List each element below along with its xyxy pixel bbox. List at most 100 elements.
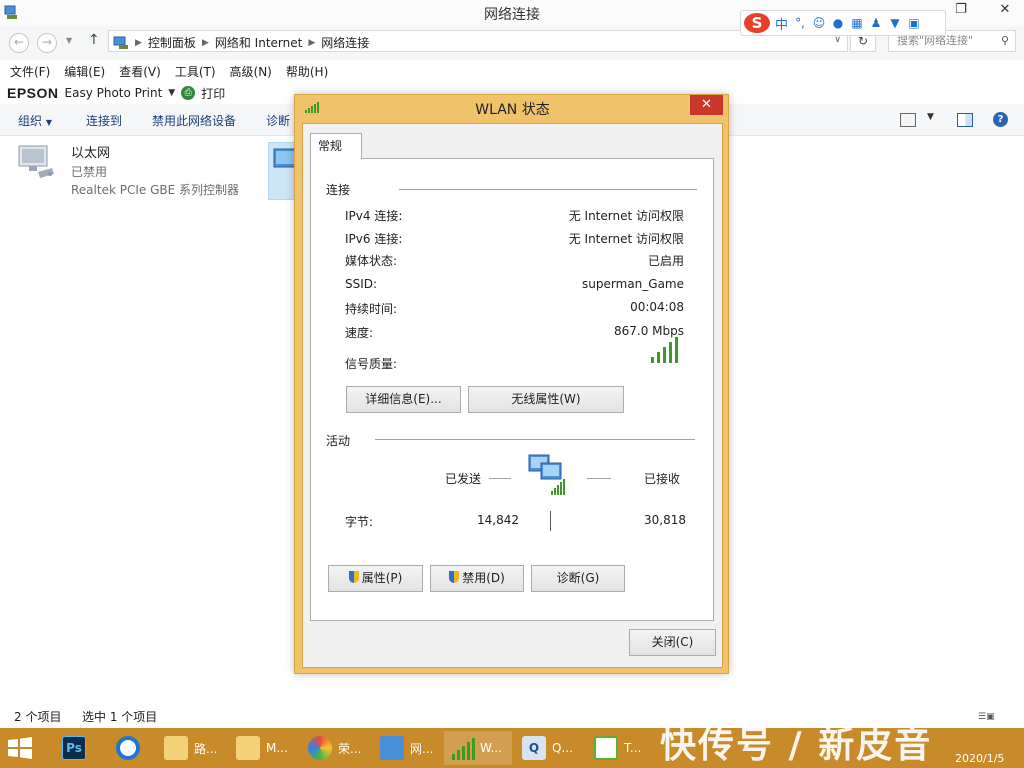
ipv4-value: 无 Internet 访问权限: [568, 209, 684, 223]
back-arrow-icon[interactable]: ←: [9, 33, 29, 53]
print-icon[interactable]: ⎙: [181, 86, 196, 100]
properties-label: 属性(P): [361, 571, 403, 585]
punctuation-icon[interactable]: °,: [793, 16, 807, 30]
taskbar-item-5-label: W...: [480, 741, 502, 755]
menu-edit[interactable]: 编辑(E): [64, 62, 105, 82]
received-label: 已接收: [644, 472, 681, 486]
ethernet-item[interactable]: 以太网 已禁用 Realtek PCIe GBE 系列控制器: [71, 145, 239, 199]
general-tab-panel: 连接 IPv4 连接: 无 Internet 访问权限 IPv6 连接: 无 I…: [310, 158, 714, 621]
taskbar-item-3[interactable]: 荣...: [302, 731, 370, 765]
dialog-close-button[interactable]: ✕: [690, 95, 723, 115]
breadcrumb-control-panel[interactable]: 控制面板: [148, 34, 196, 51]
photoshop-taskbar-button[interactable]: Ps: [56, 731, 96, 765]
disable-button[interactable]: 禁用(D): [430, 565, 524, 592]
taskbar-item-5[interactable]: W...: [444, 731, 512, 765]
address-bar[interactable]: ▶ 控制面板 ▶ 网络和 Internet ▶ 网络连接 ∨: [108, 30, 848, 52]
section-divider: [375, 439, 695, 440]
forward-arrow-icon[interactable]: →: [37, 33, 57, 53]
signal-bar: [675, 337, 678, 363]
restore-button[interactable]: ❐: [946, 0, 976, 21]
breadcrumb-network-connections[interactable]: 网络连接: [321, 34, 369, 51]
menu-view[interactable]: 查看(V): [119, 62, 161, 82]
wireless-properties-button[interactable]: 无线属性(W): [468, 386, 624, 413]
details-button[interactable]: 详细信息(E)...: [346, 386, 461, 413]
ipv4-label: IPv4 连接:: [345, 209, 403, 223]
breadcrumb-separator-icon: ▶: [135, 37, 142, 48]
details-view-icon[interactable]: ☰▣: [978, 712, 995, 722]
connection-section-label: 连接: [326, 183, 351, 197]
disable-device-button[interactable]: 禁用此网络设备: [152, 112, 236, 129]
browser-taskbar-button[interactable]: [110, 731, 150, 765]
folder-icon: [236, 736, 260, 760]
sent-line: [489, 478, 511, 479]
user-icon[interactable]: ♟: [869, 16, 883, 30]
ssid-value: superman_Game: [582, 277, 684, 291]
network-connections-icon: [380, 736, 404, 760]
uac-shield-icon: [348, 571, 359, 583]
menu-bar: 文件(F) 编辑(E) 查看(V) 工具(T) 高级(N) 帮助(H): [0, 62, 1024, 82]
taskbar-item-7[interactable]: T...: [588, 731, 656, 765]
epson-print-button[interactable]: 打印: [201, 85, 225, 102]
help-icon[interactable]: ?: [993, 112, 1008, 127]
bytes-sent-value: 14,842: [477, 513, 519, 527]
taskbar-item-1[interactable]: 路...: [158, 731, 226, 765]
uac-shield-icon: [449, 571, 460, 583]
ethernet-adapter-icon[interactable]: [16, 144, 56, 180]
microphone-icon[interactable]: ●: [831, 16, 845, 30]
change-view-icon[interactable]: [900, 113, 916, 127]
clock-date[interactable]: 2020/1/5: [955, 752, 1004, 765]
taskbar-item-7-label: T...: [624, 741, 642, 755]
epson-app-button[interactable]: Easy Photo Print: [65, 86, 163, 100]
taskbar-item-2[interactable]: M...: [230, 731, 298, 765]
keyboard-icon[interactable]: ▦: [850, 16, 864, 30]
preview-pane-icon[interactable]: [957, 113, 973, 127]
signal-bar: [657, 352, 660, 363]
skin-shirt-icon[interactable]: ▼: [888, 16, 902, 30]
close-window-button[interactable]: ✕: [988, 0, 1022, 21]
recent-locations-chevron-icon[interactable]: ▼: [66, 36, 72, 45]
control-panel-icon: [113, 36, 128, 49]
sogou-logo-icon[interactable]: S: [744, 13, 770, 33]
epson-toolbar: EPSON Easy Photo Print ▼ ⎙ 打印: [0, 83, 300, 103]
organize-button[interactable]: 组织 ▼: [18, 112, 52, 129]
organize-chevron-icon: ▼: [45, 118, 52, 127]
menu-tools[interactable]: 工具(T): [175, 62, 216, 82]
ime-toolbar[interactable]: S 中 °, ☺ ● ▦ ♟ ▼ ▣: [740, 10, 946, 36]
diagnose-connection-button[interactable]: 诊断: [266, 112, 290, 129]
taskbar-item-4[interactable]: 网...: [374, 731, 442, 765]
close-dialog-button[interactable]: 关闭(C): [629, 629, 716, 656]
diagnose-button[interactable]: 诊断(G): [531, 565, 625, 592]
search-icon[interactable]: ⚲: [1001, 31, 1009, 51]
signal-bar: [663, 347, 666, 363]
taskbar-item-3-label: 荣...: [338, 741, 362, 756]
menu-advanced[interactable]: 高级(N): [230, 62, 272, 82]
photoshop-icon: Ps: [62, 736, 86, 760]
bytes-divider: [550, 511, 551, 531]
ssid-label: SSID:: [345, 277, 378, 291]
media-state-value: 已启用: [647, 254, 684, 268]
signal-strength-icon: [651, 337, 683, 363]
menu-file[interactable]: 文件(F): [10, 62, 50, 82]
toolbox-grid-icon[interactable]: ▣: [907, 16, 921, 30]
taskbar-item-6[interactable]: Q Q...: [516, 731, 584, 765]
selection-count: 选中 1 个项目: [82, 710, 158, 724]
wlan-item-selected[interactable]: [268, 142, 297, 200]
emoji-icon[interactable]: ☺: [812, 16, 826, 30]
ipv6-value: 无 Internet 访问权限: [568, 232, 684, 246]
bytes-label: 字节:: [345, 515, 374, 529]
view-options-chevron-icon[interactable]: ▼: [927, 112, 934, 122]
ime-language-label[interactable]: 中: [775, 14, 788, 33]
wifi-app-icon: [594, 736, 618, 760]
up-arrow-icon[interactable]: ↑: [88, 32, 100, 48]
windows-start-icon[interactable]: [6, 736, 34, 760]
duration-value: 00:04:08: [630, 300, 684, 314]
tab-general[interactable]: 常规: [310, 133, 362, 159]
address-dropdown-chevron-icon[interactable]: ∨: [834, 35, 841, 45]
epson-dropdown-chevron-icon[interactable]: ▼: [168, 88, 175, 98]
breadcrumb-separator-icon: ▶: [201, 37, 209, 48]
breadcrumb-network-internet[interactable]: 网络和 Internet: [215, 34, 302, 51]
signal-bar: [669, 342, 672, 363]
menu-help[interactable]: 帮助(H): [286, 62, 328, 82]
properties-button[interactable]: 属性(P): [328, 565, 423, 592]
connect-to-button[interactable]: 连接到: [86, 112, 122, 129]
